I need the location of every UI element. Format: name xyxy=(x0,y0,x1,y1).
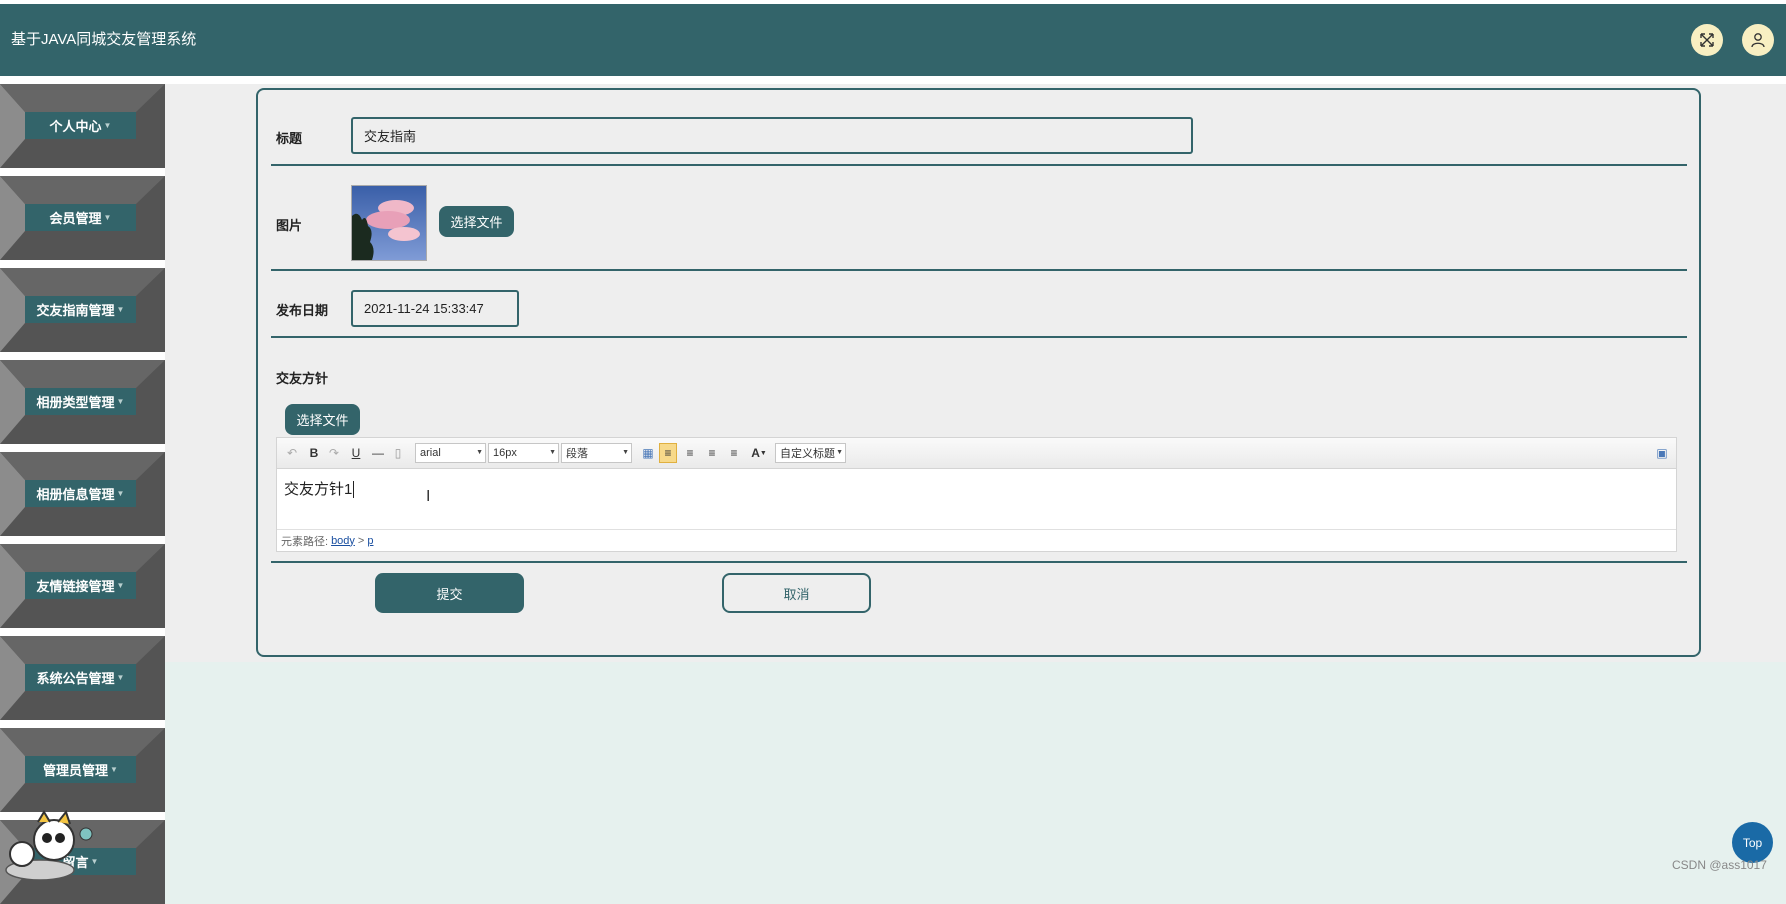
sidebar-item-label: 相册类型管理 ▼ xyxy=(25,388,136,415)
element-path-label: 元素路径: xyxy=(281,535,329,548)
underline-icon[interactable]: U xyxy=(347,443,365,463)
image-thumbnail xyxy=(351,185,427,261)
sidebar-item-label: 交友指南管理 ▼ xyxy=(25,296,136,323)
app-header: 基于JAVA同城交友管理系统 xyxy=(0,4,1786,76)
sidebar-item-admins[interactable]: 管理员管理 ▼ xyxy=(0,728,165,812)
undo-icon[interactable]: ↶ xyxy=(283,443,301,463)
header-divider xyxy=(0,76,1786,84)
align-justify-icon[interactable]: ≡ xyxy=(725,443,743,463)
align-left-icon[interactable]: ≡ xyxy=(659,443,677,463)
dropdown-arrow-icon: ▼ xyxy=(476,449,483,456)
font-color-icon[interactable]: A ▼ xyxy=(747,443,771,463)
row-divider xyxy=(271,336,1687,338)
dropdown-arrow-icon: ▼ xyxy=(836,449,843,456)
font-family-select[interactable]: arial ▼ xyxy=(415,443,486,463)
watermark: CSDN @ass1017 xyxy=(1672,858,1767,872)
path-body-link[interactable]: body xyxy=(331,535,355,547)
cancel-button[interactable]: 取消 xyxy=(722,573,871,613)
caret-down-icon: ▼ xyxy=(110,765,118,774)
row-divider xyxy=(271,561,1687,563)
custom-title-select[interactable]: 自定义标题 ▼ xyxy=(775,443,846,463)
element-path-bar: 元素路径: body > p xyxy=(277,529,1676,551)
title-label: 标题 xyxy=(276,131,303,146)
text-cursor-icon: I xyxy=(426,488,431,505)
caret-down-icon: ▼ xyxy=(116,581,125,590)
fullscreen-button[interactable] xyxy=(1691,24,1723,56)
image-choose-file-button[interactable]: 选择文件 xyxy=(439,206,514,237)
caret-down-icon: ▼ xyxy=(103,213,112,222)
editor-choose-file-button[interactable]: 选择文件 xyxy=(285,404,360,435)
sidebar-item-label: 系统公告管理 ▼ xyxy=(25,664,136,691)
mascot-decoration xyxy=(0,809,100,886)
bold-icon[interactable]: B xyxy=(305,443,323,463)
user-icon xyxy=(1751,33,1765,48)
sidebar: 个人中心 ▼ 会员管理 ▼ 交友指南管理 ▼ 相册类型管理 ▼ 相册信息管理 ▼ 友情链接… xyxy=(0,84,165,904)
dropdown-arrow-icon: ▼ xyxy=(549,449,556,456)
font-size-select[interactable]: 16px ▼ xyxy=(488,443,559,463)
date-label: 发布日期 xyxy=(276,303,329,318)
caret-down-icon: ▼ xyxy=(116,397,125,406)
cartoon-mascot xyxy=(5,809,93,881)
sidebar-item-album-types[interactable]: 相册类型管理 ▼ xyxy=(0,360,165,444)
sidebar-item-album-info[interactable]: 相册信息管理 ▼ xyxy=(0,452,165,536)
row-divider xyxy=(271,164,1687,166)
image-label: 图片 xyxy=(276,218,303,233)
rich-text-editor: ↶ B ↷ U — ▯ arial ▼ 16px ▼ 段落 ▼ ▦ ≡ ≡ ≡ ≡ A… xyxy=(276,437,1677,552)
redo-icon[interactable]: ↷ xyxy=(325,443,343,463)
caret-down-icon: ▼ xyxy=(116,305,125,314)
align-right-icon[interactable]: ≡ xyxy=(681,443,699,463)
horizontal-rule-icon[interactable]: — xyxy=(369,443,387,463)
editor-toolbar: ↶ B ↷ U — ▯ arial ▼ 16px ▼ 段落 ▼ ▦ ≡ ≡ ≡ ≡ A… xyxy=(277,438,1676,469)
sidebar-item-label: 友情链接管理 ▼ xyxy=(25,572,136,599)
date-input[interactable]: 2021-11-24 15:33:47 xyxy=(351,290,519,327)
sky-photo xyxy=(352,186,426,260)
row-divider xyxy=(271,269,1687,271)
expand-icon xyxy=(1700,33,1714,47)
sidebar-item-label: 相册信息管理 ▼ xyxy=(25,480,136,507)
align-center-icon[interactable]: ≡ xyxy=(703,443,721,463)
path-separator: > xyxy=(357,534,365,547)
sidebar-item-announcements[interactable]: 系统公告管理 ▼ xyxy=(0,636,165,720)
sidebar-item-label: 个人中心 ▼ xyxy=(25,112,136,139)
fullscreen-editor-icon[interactable]: ▣ xyxy=(1653,443,1671,463)
sidebar-item-friend-links[interactable]: 友情链接管理 ▼ xyxy=(0,544,165,628)
sidebar-item-label: 会员管理 ▼ xyxy=(25,204,136,231)
edit-form xyxy=(256,88,1701,657)
sidebar-item-members[interactable]: 会员管理 ▼ xyxy=(0,176,165,260)
sidebar-item-label: 管理员管理 ▼ xyxy=(25,756,136,783)
app-title: 基于JAVA同城交友管理系统 xyxy=(11,31,197,48)
back-to-top-button[interactable]: Top xyxy=(1732,822,1773,863)
document-icon[interactable]: ▯ xyxy=(389,443,407,463)
editor-content[interactable]: 交友方针1 xyxy=(284,478,355,499)
table-icon[interactable]: ▦ xyxy=(639,443,657,463)
submit-button[interactable]: 提交 xyxy=(375,573,524,613)
sidebar-item-personal-center[interactable]: 个人中心 ▼ xyxy=(0,84,165,168)
user-button[interactable] xyxy=(1742,24,1774,56)
dropdown-arrow-icon: ▼ xyxy=(622,449,629,456)
caret-down-icon: ▼ xyxy=(103,121,112,130)
path-p-link[interactable]: p xyxy=(367,535,373,547)
sidebar-item-dating-guide[interactable]: 交友指南管理 ▼ xyxy=(0,268,165,352)
caret-down-icon: ▼ xyxy=(116,673,125,682)
caret-down-icon: ▼ xyxy=(116,489,125,498)
paragraph-select[interactable]: 段落 ▼ xyxy=(561,443,632,463)
policy-label: 交友方针 xyxy=(276,371,329,386)
title-input[interactable]: 交友指南 xyxy=(351,117,1193,154)
